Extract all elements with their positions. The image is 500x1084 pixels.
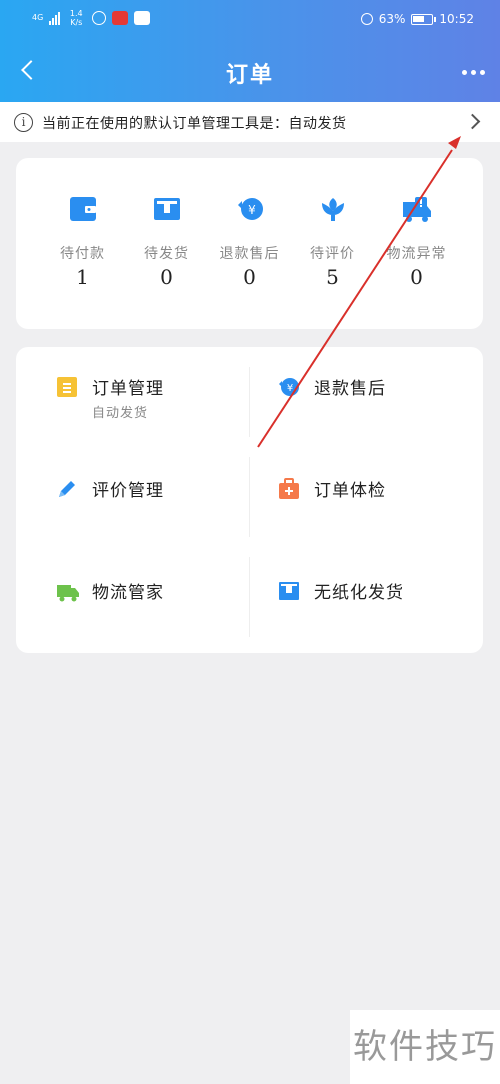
eye-app-icon <box>92 11 107 25</box>
tool-refund[interactable]: ¥ 退款售后 <box>278 376 498 476</box>
map-app-icon <box>134 11 151 25</box>
tool-label: 订单体检 <box>314 481 386 501</box>
svg-text:¥: ¥ <box>248 203 256 217</box>
svg-text:¥: ¥ <box>287 383 293 394</box>
status-right: 63% 10:52 <box>360 12 474 26</box>
watermark: 软件技巧 <box>350 1010 500 1084</box>
status-count: 0 <box>243 265 256 289</box>
chevron-right-icon[interactable] <box>464 113 481 130</box>
status-pending-payment[interactable]: 待付款 1 <box>36 158 129 329</box>
net-speed-value: 1.4 <box>69 9 83 18</box>
battery-percent: 63% <box>378 12 406 26</box>
battery-icon <box>411 13 437 25</box>
status-pending-shipment[interactable]: 待发货 0 <box>120 158 213 329</box>
more-dots-icon[interactable] <box>458 62 488 82</box>
document-icon <box>57 377 77 397</box>
truck-icon <box>57 585 79 602</box>
tool-order-checkup[interactable]: 订单体检 <box>278 478 498 578</box>
status-label: 待评价 <box>310 246 355 262</box>
status-logistics-exception[interactable]: 物流异常 0 <box>370 158 463 329</box>
network-type: 4G <box>32 14 43 22</box>
tool-label: 订单管理 <box>92 379 164 399</box>
status-count: 0 <box>410 265 423 289</box>
network-label: 4G <box>32 13 44 22</box>
notice-text: 当前正在使用的默认订单管理工具是：自动发货 <box>42 116 347 132</box>
order-tools-card: 订单管理 自动发货 ¥ 退款售后 评价管理 订单体检 物流管家 无纸化发货 <box>16 347 483 653</box>
status-pending-review[interactable]: 待评价 5 <box>286 158 379 329</box>
net-speed-unit: K/s <box>70 18 83 27</box>
tool-logistics-manager[interactable]: 物流管家 <box>56 580 276 680</box>
default-tool-notice[interactable]: i 当前正在使用的默认订单管理工具是：自动发货 <box>0 102 500 142</box>
nav-bar: 订单 <box>0 46 500 98</box>
status-label: 待发货 <box>144 246 189 262</box>
tool-review-management[interactable]: 评价管理 <box>56 478 276 578</box>
mail-app-icon <box>112 11 129 25</box>
status-refund[interactable]: ¥ 退款售后 0 <box>203 158 296 329</box>
status-count: 5 <box>326 265 339 289</box>
refund-yuan-icon: ¥ <box>238 198 263 220</box>
refund-yuan-icon: ¥ <box>279 378 299 396</box>
status-count: 0 <box>160 265 173 289</box>
status-bar: 4G 1.4 K/s 63% 10:52 <box>0 0 500 40</box>
page-title: 订单 <box>225 63 274 88</box>
tool-paperless-shipping[interactable]: 无纸化发货 <box>278 580 498 680</box>
tool-label: 无纸化发货 <box>314 583 404 603</box>
status-label: 待付款 <box>60 246 105 262</box>
medical-kit-icon <box>279 478 299 499</box>
order-status-card: 待付款 1 待发货 0 ¥ 退款售后 0 待评价 5 物流异常 0 <box>16 158 483 329</box>
truck-alert-icon <box>403 197 431 222</box>
tool-label: 退款售后 <box>314 379 386 399</box>
wallet-icon <box>70 197 96 221</box>
status-label: 物流异常 <box>386 246 447 262</box>
signal-icon <box>49 11 61 25</box>
tool-sublabel: 自动发货 <box>92 406 149 421</box>
status-left: 4G 1.4 K/s <box>32 9 151 27</box>
net-speed: 1.4 K/s <box>66 9 86 27</box>
tool-label: 物流管家 <box>92 583 164 603</box>
clock: 10:52 <box>439 12 474 26</box>
status-count: 1 <box>76 265 89 289</box>
flower-icon <box>322 198 344 221</box>
box-icon <box>279 582 299 600</box>
status-label: 退款售后 <box>219 246 280 262</box>
info-icon: i <box>14 113 33 132</box>
box-icon <box>154 198 180 220</box>
alarm-icon <box>360 13 373 25</box>
tool-label: 评价管理 <box>92 481 164 501</box>
tool-order-management[interactable]: 订单管理 自动发货 <box>56 376 276 476</box>
pencil-icon <box>59 481 75 497</box>
